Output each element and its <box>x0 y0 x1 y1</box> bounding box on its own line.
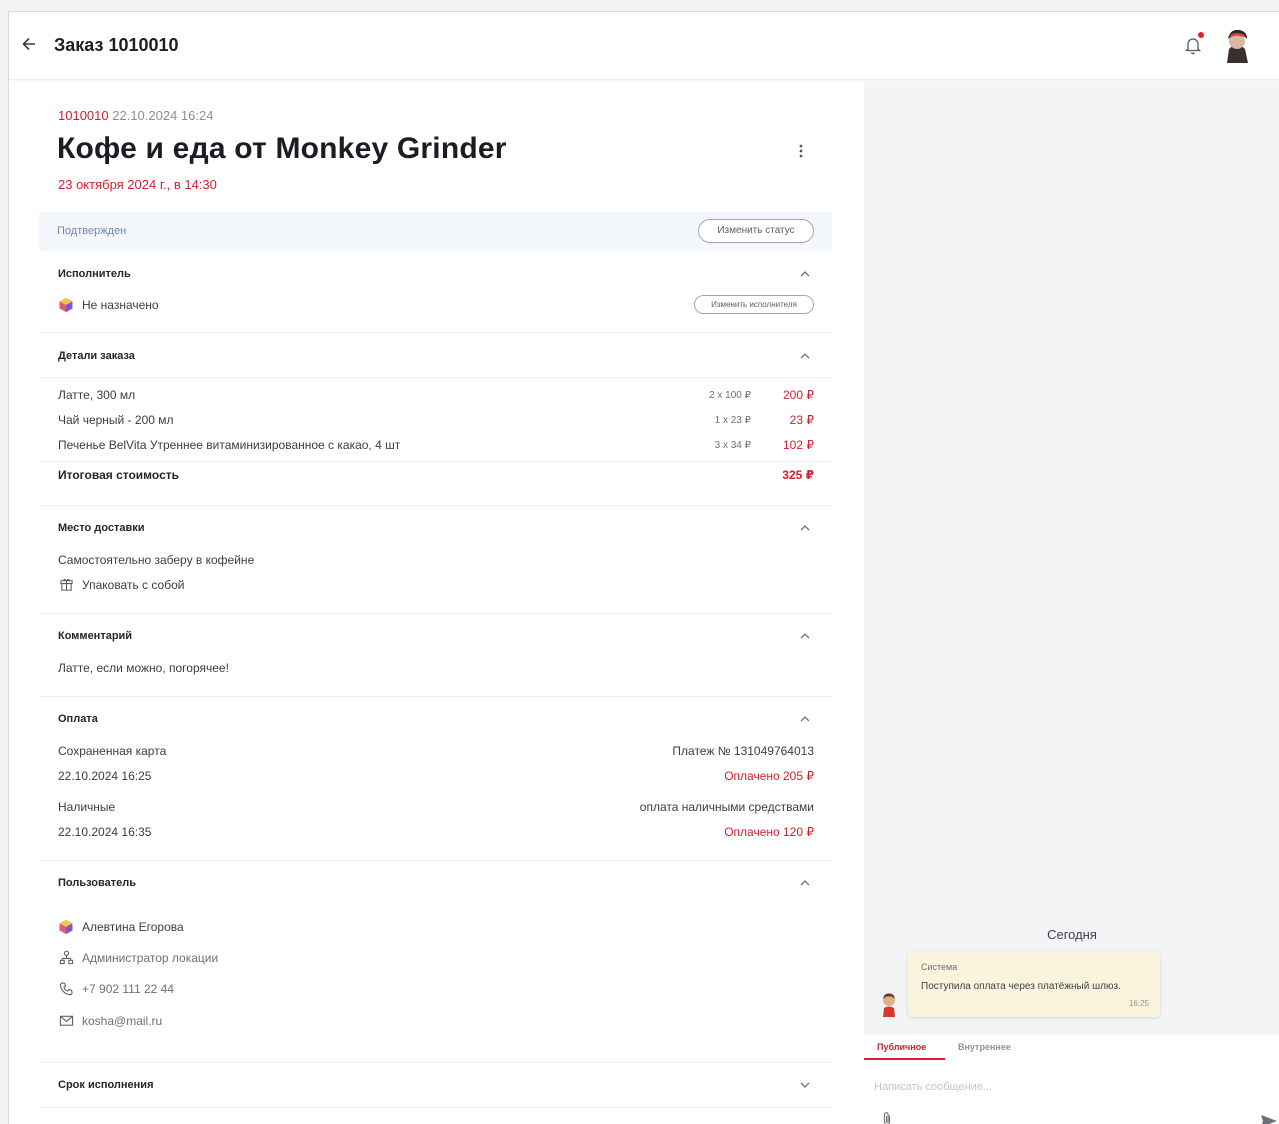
send-icon[interactable] <box>1260 1114 1278 1124</box>
divider <box>39 613 832 614</box>
item-sum: 102 ₽ <box>783 438 814 452</box>
chat-message: Система Поступила оплата через платёжный… <box>908 951 1160 1017</box>
payment-method: Наличные <box>58 800 116 814</box>
change-status-button[interactable]: Изменить статус <box>698 219 814 243</box>
message-author: Система <box>921 962 958 972</box>
chevron-up-icon[interactable] <box>799 879 811 887</box>
payment-date: 22.10.2024 16:35 <box>58 825 152 839</box>
chevron-up-icon[interactable] <box>799 524 811 532</box>
change-executor-button[interactable]: Изменить исполнителя <box>694 295 814 314</box>
chevron-up-icon[interactable] <box>799 352 811 360</box>
details-section-title: Детали заказа <box>58 350 135 362</box>
item-qty: 1 x 23 ₽ <box>714 415 751 426</box>
divider <box>39 505 832 506</box>
chevron-up-icon[interactable] <box>799 715 811 723</box>
payment-info: Платеж № 131049764013 <box>672 744 814 758</box>
divider <box>39 377 832 378</box>
top-bar: Заказ 1010010 <box>9 12 1279 80</box>
item-name: Латте, 300 мл <box>58 388 136 402</box>
tab-public[interactable]: Публичное <box>877 1042 926 1052</box>
payment-date: 22.10.2024 16:25 <box>58 769 152 783</box>
mail-icon <box>59 1015 74 1026</box>
divider <box>39 332 832 333</box>
back-arrow-icon[interactable] <box>19 34 39 54</box>
divider <box>39 860 832 861</box>
notification-dot <box>1198 32 1204 38</box>
payment-section-title: Оплата <box>58 713 98 725</box>
total-label: Итоговая стоимость <box>58 468 179 482</box>
chat-day-label: Сегодня <box>1047 927 1097 942</box>
more-vertical-icon[interactable] <box>796 141 806 161</box>
cube-avatar-icon <box>59 920 73 934</box>
item-qty: 3 x 34 ₽ <box>714 440 751 451</box>
item-name: Печенье BelVita Утреннее витаминизирован… <box>58 438 401 452</box>
payment-info: оплата наличными средствами <box>639 800 814 814</box>
chevron-up-icon[interactable] <box>799 632 811 640</box>
message-text: Поступила оплата через платёжный шлюз. <box>921 981 1121 992</box>
message-composer: Публичное Внутреннее <box>864 1035 1279 1124</box>
comment-value: Латте, если можно, погорячее! <box>58 661 229 675</box>
item-sum: 23 ₽ <box>789 413 814 427</box>
divider <box>39 1062 832 1063</box>
order-created: 22.10.2024 16:24 <box>112 108 214 123</box>
active-tab-indicator <box>864 1058 945 1060</box>
user-section-title: Пользователь <box>58 877 137 889</box>
user-avatar[interactable] <box>1221 27 1253 63</box>
message-time: 16:25 <box>1128 999 1149 1008</box>
page-title: Заказ 1010010 <box>54 35 179 55</box>
order-number: 1010010 <box>58 108 109 123</box>
delivery-value: Самостоятельно заберу в кофейне <box>58 553 255 567</box>
item-name: Чай черный - 200 мл <box>58 413 174 427</box>
paperclip-icon[interactable] <box>881 1111 893 1124</box>
payment-method: Сохраненная карта <box>58 744 167 758</box>
phone-icon <box>59 982 73 996</box>
package-icon <box>60 578 73 591</box>
order-meta: 1010010 22.10.2024 16:24 <box>58 108 213 123</box>
status-badge: Подтвержден <box>57 225 127 237</box>
delivery-pack: Упаковать с собой <box>82 578 185 592</box>
app-window: Заказ 1010010 1010010 22.10.2024 16:24 К… <box>8 11 1279 1124</box>
chat-panel: Сегодня Система Поступила оплата через п… <box>864 81 1279 1124</box>
deadline-section-title: Срок исполнения <box>58 1079 154 1091</box>
item-sum: 200 ₽ <box>783 388 814 402</box>
order-title: Кофе и еда от Monkey Grinder <box>57 132 507 165</box>
message-input[interactable] <box>874 1077 1264 1097</box>
system-avatar-icon <box>883 993 895 1017</box>
delivery-section-title: Место доставки <box>58 522 145 534</box>
status-bar: Подтвержден Изменить статус <box>39 212 832 251</box>
comment-section-title: Комментарий <box>58 630 133 642</box>
org-role-icon <box>59 950 74 965</box>
user-email[interactable]: kosha@mail.ru <box>82 1014 162 1028</box>
item-qty: 2 x 100 ₽ <box>709 390 751 401</box>
user-role: Администратор локации <box>82 951 219 965</box>
executor-value: Не назначено <box>82 298 159 312</box>
user-phone[interactable]: +7 902 111 22 44 <box>82 982 174 996</box>
payment-paid: Оплачено 120 ₽ <box>724 825 814 839</box>
tab-internal[interactable]: Внутреннее <box>958 1042 1011 1052</box>
divider <box>39 1107 832 1108</box>
chevron-up-icon[interactable] <box>799 270 811 278</box>
cube-avatar-icon <box>59 298 73 312</box>
user-name: Алевтина Егорова <box>82 920 184 934</box>
chevron-down-icon[interactable] <box>799 1081 811 1089</box>
executor-section-title: Исполнитель <box>58 268 131 280</box>
divider <box>39 696 832 697</box>
divider <box>39 461 832 462</box>
payment-paid: Оплачено 205 ₽ <box>724 769 814 783</box>
total-value: 325 ₽ <box>782 468 814 482</box>
order-scheduled-date: 23 октября 2024 г., в 14:30 <box>58 177 217 192</box>
order-details-panel: 1010010 22.10.2024 16:24 Кофе и еда от M… <box>9 81 864 1124</box>
